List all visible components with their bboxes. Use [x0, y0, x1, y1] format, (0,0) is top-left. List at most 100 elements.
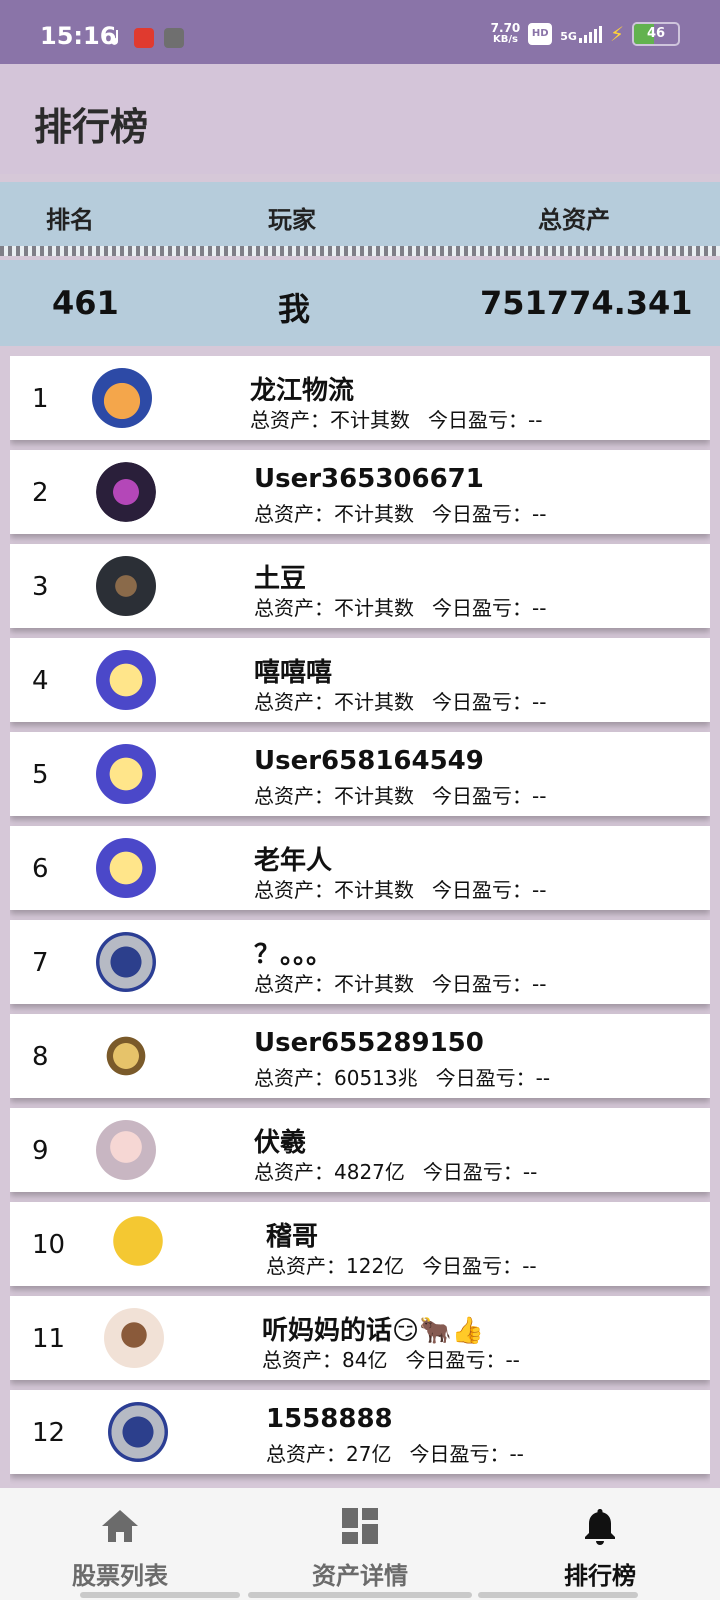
assets-value: 84亿 [342, 1348, 388, 1372]
assets-prefix: 总资产： [254, 1160, 334, 1184]
robot-avatar-icon[interactable] [108, 1402, 168, 1462]
nav-divider [478, 1592, 638, 1598]
divider [0, 246, 720, 256]
assets-value: 不计其数 [334, 596, 414, 620]
anime-boy-avatar-icon[interactable] [104, 1308, 164, 1368]
row-stats: 总资产：不计其数 今日盈亏：-- [254, 592, 546, 621]
app-bar: 排行榜 [0, 64, 720, 174]
ranking-list[interactable]: 1 龙江物流 总资产：不计其数 今日盈亏：-- 2 User365306671 总资产：不计… [10, 356, 710, 1486]
pl-value: -- [532, 690, 547, 714]
row-rank: 5 [32, 760, 49, 790]
row-player-name: ？。。。 [254, 940, 333, 970]
music-note-icon [111, 30, 119, 45]
ranking-row[interactable]: 2 User365306671 总资产：不计其数 今日盈亏：-- [10, 450, 710, 534]
row-rank: 2 [32, 478, 49, 508]
assets-prefix: 总资产： [254, 972, 334, 996]
assets-value: 122亿 [346, 1254, 405, 1278]
pl-prefix: 今日盈亏： [432, 596, 532, 620]
row-stats: 总资产：4827亿 今日盈亏：-- [254, 1156, 537, 1185]
row-rank: 4 [32, 666, 49, 696]
blonde-cartoon-avatar-icon[interactable] [96, 744, 156, 804]
ranking-row[interactable]: 10 稽哥 总资产：122亿 今日盈亏：-- [10, 1202, 710, 1286]
robot-avatar-icon[interactable] [96, 932, 156, 992]
armored-hero-avatar-icon[interactable] [96, 556, 156, 616]
page-title: 排行榜 [34, 105, 149, 149]
row-player-name: 稽哥 [266, 1222, 319, 1252]
anime-girl-avatar-icon[interactable] [96, 1120, 156, 1180]
ranking-row[interactable]: 5 User658164549 总资产：不计其数 今日盈亏：-- [10, 732, 710, 816]
ranking-row[interactable]: 11 听妈妈的话😏🐂👍 总资产：84亿 今日盈亏：-- [10, 1296, 710, 1380]
row-rank: 9 [32, 1136, 49, 1166]
pl-value: -- [528, 408, 543, 432]
ranking-row[interactable]: 1 龙江物流 总资产：不计其数 今日盈亏：-- [10, 356, 710, 440]
pl-value: -- [535, 1066, 551, 1090]
nav-stock-list[interactable]: 股票列表 [0, 1488, 240, 1600]
assets-prefix: 总资产： [266, 1442, 346, 1466]
battery-level: 46 [646, 26, 666, 41]
row-rank: 7 [32, 948, 49, 978]
bell-icon [585, 1509, 615, 1545]
my-assets: 751774.341 [480, 284, 693, 322]
pl-value: -- [522, 1160, 538, 1184]
row-player-name: User655289150 [254, 1028, 484, 1058]
shiba-avatar-icon[interactable] [92, 368, 152, 428]
pl-value: -- [509, 1442, 524, 1466]
dashboard-icon [342, 1508, 378, 1544]
bottom-nav: 股票列表 资产详情 排行榜 [0, 1488, 720, 1600]
status-bar: 15:16 7.70 KB/s HD 5G ⚡ 46 [0, 0, 720, 64]
assets-prefix: 总资产： [254, 502, 334, 526]
status-notification-icons [108, 28, 184, 48]
emoji-face-avatar-icon[interactable] [108, 1214, 168, 1274]
ranking-row[interactable]: 7 ？。。。 总资产：不计其数 今日盈亏：-- [10, 920, 710, 1004]
network-speed: 7.70 KB/s [491, 22, 521, 46]
pl-prefix: 今日盈亏： [432, 502, 532, 526]
row-player-name: User365306671 [254, 464, 484, 494]
ranking-row[interactable]: 12 1558888 总资产：27亿 今日盈亏：-- [10, 1390, 710, 1474]
row-rank: 10 [32, 1230, 66, 1260]
row-player-name: 1558888 [266, 1404, 393, 1434]
ranking-row[interactable]: 3 土豆 总资产：不计其数 今日盈亏：-- [10, 544, 710, 628]
row-stats: 总资产：不计其数 今日盈亏：-- [254, 686, 546, 715]
battery-icon: 46 [632, 22, 680, 46]
assets-value: 27亿 [346, 1442, 392, 1466]
pl-prefix: 今日盈亏： [432, 972, 532, 996]
row-player-name: 伏羲 [254, 1128, 307, 1158]
row-rank: 11 [32, 1324, 66, 1354]
row-rank: 1 [32, 384, 49, 414]
status-right: 7.70 KB/s HD 5G ⚡ 46 [491, 22, 680, 46]
assets-value: 60513兆 [334, 1066, 418, 1090]
row-stats: 总资产：84亿 今日盈亏：-- [262, 1344, 520, 1373]
header-rank: 排名 [46, 206, 94, 234]
pl-value: -- [532, 972, 547, 996]
ranking-row[interactable]: 6 老年人 总资产：不计其数 今日盈亏：-- [10, 826, 710, 910]
assets-value: 不计其数 [334, 502, 414, 526]
ranking-row[interactable]: 9 伏羲 总资产：4827亿 今日盈亏：-- [10, 1108, 710, 1192]
row-player-name: 嘻嘻嘻 [254, 658, 333, 688]
nav-leaderboard[interactable]: 排行榜 [480, 1488, 720, 1600]
nav-label: 排行榜 [564, 1562, 636, 1590]
nav-divider [248, 1592, 472, 1598]
assets-prefix: 总资产： [254, 878, 334, 902]
pl-prefix: 今日盈亏： [422, 1254, 523, 1278]
table-header: 排名 玩家 总资产 [0, 182, 720, 246]
row-player-name: 土豆 [254, 564, 307, 594]
crest-avatar-icon[interactable] [96, 1026, 156, 1086]
assets-value: 4827亿 [334, 1160, 405, 1184]
pl-value: -- [532, 878, 547, 902]
assets-prefix: 总资产： [254, 596, 334, 620]
nav-label: 资产详情 [312, 1562, 408, 1590]
pl-prefix: 今日盈亏： [422, 1160, 523, 1184]
blonde-cartoon-avatar-icon[interactable] [96, 650, 156, 710]
dark-anime-avatar-icon[interactable] [96, 462, 156, 522]
ranking-row[interactable]: 4 嘻嘻嘻 总资产：不计其数 今日盈亏：-- [10, 638, 710, 722]
assets-value: 不计其数 [330, 408, 410, 432]
blonde-cartoon-avatar-icon[interactable] [96, 838, 156, 898]
pl-value: -- [532, 502, 547, 526]
pl-prefix: 今日盈亏： [409, 1442, 510, 1466]
assets-prefix: 总资产： [250, 408, 330, 432]
app-notification-icon [134, 28, 154, 48]
signal-icon: 5G [560, 25, 602, 43]
nav-asset-details[interactable]: 资产详情 [240, 1488, 480, 1600]
ranking-row[interactable]: 8 User655289150 总资产：60513兆 今日盈亏：-- [10, 1014, 710, 1098]
hd-icon: HD [528, 23, 553, 45]
